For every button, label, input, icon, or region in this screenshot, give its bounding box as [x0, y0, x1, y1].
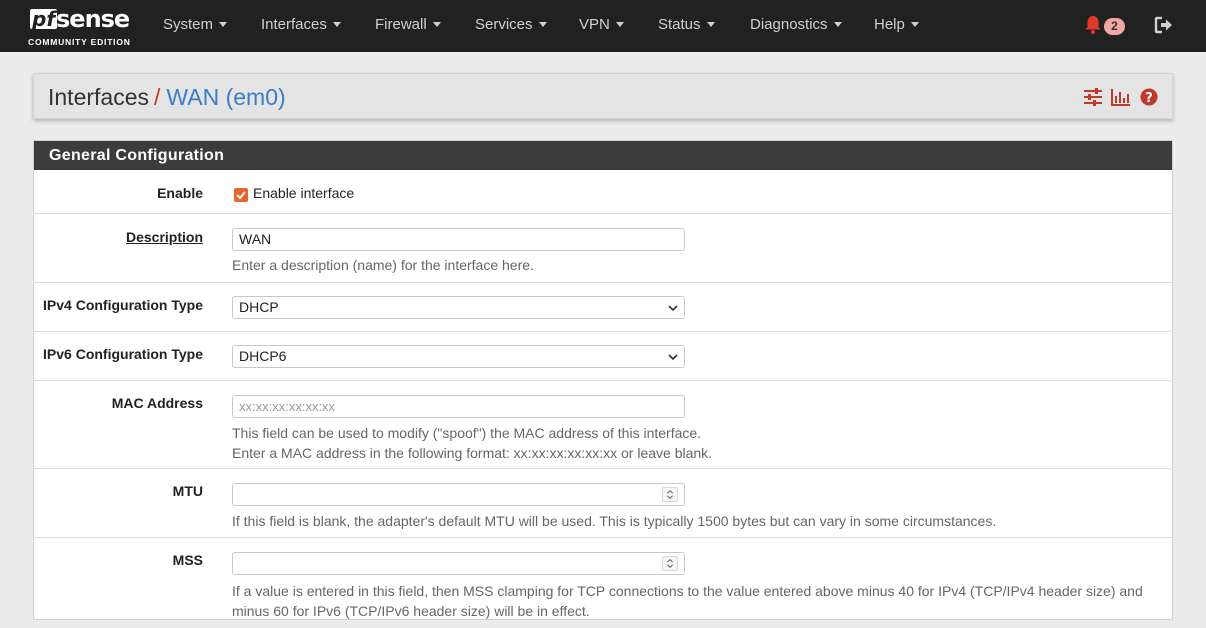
page-header: Interfaces / WAN (em0) ? — [33, 73, 1173, 119]
enable-checkbox[interactable] — [234, 188, 248, 202]
nav-diagnostics-label: Diagnostics — [750, 16, 828, 33]
breadcrumb-parent[interactable]: Interfaces — [48, 84, 149, 110]
nav-system[interactable]: System — [163, 0, 228, 52]
bell-icon[interactable] — [1084, 15, 1102, 35]
caret-down-icon — [432, 21, 441, 27]
ipv6-type-value: DHCP6 — [239, 348, 287, 364]
nav-interfaces[interactable]: Interfaces — [261, 0, 341, 52]
pfsense-logo[interactable]: pf sense COMMUNITY EDITION — [28, 6, 138, 48]
nav-firewall[interactable]: Firewall — [375, 0, 441, 52]
mac-address-label: MAC Address — [111, 395, 203, 411]
logo-sense: sense — [56, 5, 130, 33]
general-configuration-panel: General Configuration Enable Enable inte… — [33, 140, 1173, 620]
enable-row: Enable Enable interface — [34, 170, 1172, 214]
description-input[interactable]: WAN — [232, 228, 685, 251]
mss-help-1: If a value is entered in this field, the… — [232, 583, 1143, 599]
mss-label: MSS — [172, 552, 203, 568]
mac-address-help-2: Enter a MAC address in the following for… — [232, 445, 713, 461]
ipv6-type-select[interactable]: DHCP6 — [232, 345, 685, 368]
chevron-down-icon — [668, 305, 678, 312]
enable-label: Enable — [157, 185, 203, 201]
nav-help[interactable]: Help — [874, 0, 919, 52]
breadcrumb-separator: / — [154, 84, 161, 110]
ipv4-type-row: IPv4 Configuration Type DHCP — [34, 283, 1172, 332]
nav-vpn[interactable]: VPN — [579, 0, 624, 52]
enable-checkbox-label[interactable]: Enable interface — [253, 185, 354, 201]
bar-chart-icon[interactable] — [1111, 88, 1131, 106]
notification-badge[interactable]: 2 — [1104, 18, 1125, 35]
caret-down-icon — [219, 21, 228, 27]
breadcrumb-current[interactable]: WAN (em0) — [166, 84, 285, 110]
sliders-icon[interactable] — [1083, 88, 1103, 106]
spinner-arrows-icon[interactable] — [662, 487, 678, 502]
checkmark-icon — [236, 191, 246, 200]
logo-pf: pf — [30, 7, 58, 31]
nav-services[interactable]: Services — [475, 0, 547, 52]
spinner-arrows-icon[interactable] — [662, 556, 678, 571]
nav-status-label: Status — [658, 16, 701, 33]
nav-help-label: Help — [874, 16, 905, 33]
mtu-help: If this field is blank, the adapter's de… — [232, 513, 997, 529]
caret-down-icon — [332, 21, 341, 27]
mac-address-input[interactable]: xx:xx:xx:xx:xx:xx — [232, 395, 685, 418]
ipv4-type-value: DHCP — [239, 299, 279, 315]
nav-status[interactable]: Status — [658, 0, 715, 52]
ipv6-type-label: IPv6 Configuration Type — [43, 346, 203, 362]
nav-services-label: Services — [475, 16, 533, 33]
mtu-row: MTU If this field is blank, the adapter'… — [34, 469, 1172, 538]
nav-system-label: System — [163, 16, 214, 33]
description-label[interactable]: Description — [126, 229, 203, 245]
panel-title: General Configuration — [34, 141, 1172, 170]
ipv6-type-row: IPv6 Configuration Type DHCP6 — [34, 332, 1172, 381]
nav-firewall-label: Firewall — [375, 16, 427, 33]
caret-down-icon — [833, 21, 842, 27]
mac-address-help-1: This field can be used to modify ("spoof… — [232, 425, 702, 441]
top-navbar: pf sense COMMUNITY EDITION System Interf… — [0, 0, 1206, 52]
svg-text:?: ? — [1145, 91, 1153, 106]
mtu-label: MTU — [172, 483, 203, 499]
ipv4-type-select[interactable]: DHCP — [232, 296, 685, 319]
mss-help-2: minus 60 for IPv6 (TCP/IPv6 header size)… — [232, 603, 590, 619]
caret-down-icon — [706, 21, 715, 27]
logout-icon[interactable] — [1154, 15, 1174, 35]
mac-address-row: MAC Address xx:xx:xx:xx:xx:xx This field… — [34, 381, 1172, 469]
description-row: Description WAN Enter a description (nam… — [34, 214, 1172, 283]
caret-down-icon — [538, 21, 547, 27]
nav-diagnostics[interactable]: Diagnostics — [750, 0, 842, 52]
caret-down-icon — [615, 21, 624, 27]
mss-input[interactable] — [232, 552, 685, 575]
breadcrumb: Interfaces / WAN (em0) — [48, 83, 286, 111]
mtu-input[interactable] — [232, 483, 685, 506]
nav-vpn-label: VPN — [579, 16, 610, 33]
description-help: Enter a description (name) for the inter… — [232, 257, 534, 273]
nav-interfaces-label: Interfaces — [261, 16, 327, 33]
mss-row: MSS If a value is entered in this field,… — [34, 538, 1172, 628]
chevron-down-icon — [668, 354, 678, 361]
caret-down-icon — [910, 21, 919, 27]
ipv4-type-label: IPv4 Configuration Type — [43, 297, 203, 313]
help-icon[interactable]: ? — [1139, 88, 1159, 106]
logo-edition: COMMUNITY EDITION — [28, 37, 131, 47]
